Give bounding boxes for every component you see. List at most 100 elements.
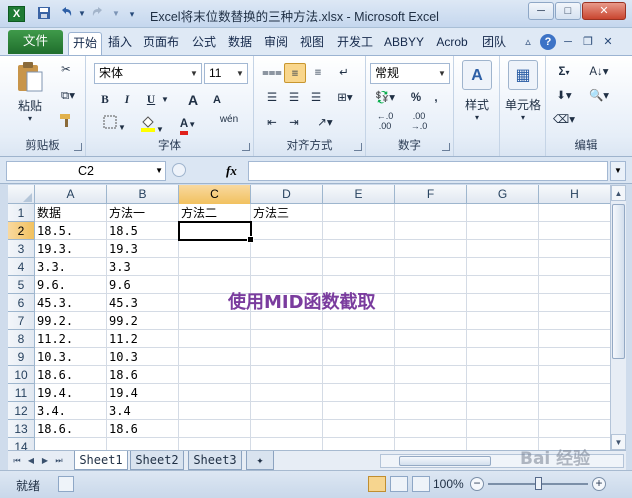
cell-e11[interactable] [323, 384, 395, 402]
cell-b12[interactable]: 3.4 [107, 402, 179, 420]
next-sheet-icon[interactable]: ▶ [38, 454, 52, 468]
scroll-up-icon[interactable]: ▲ [611, 185, 626, 201]
row-header-6[interactable]: 6 [8, 294, 35, 312]
cell-b14[interactable] [107, 438, 179, 450]
cell-e1[interactable] [323, 204, 395, 222]
minimize-ribbon-icon[interactable]: ▵ [520, 34, 536, 50]
row-header-1[interactable]: 1 [8, 204, 35, 222]
row-header-8[interactable]: 8 [8, 330, 35, 348]
cell-h9[interactable] [539, 348, 610, 366]
name-box[interactable]: C2 ▼ [6, 161, 166, 181]
cell-g12[interactable] [467, 402, 539, 420]
formula-bar-divider-icon[interactable] [172, 163, 186, 177]
cell-g4[interactable] [467, 258, 539, 276]
insert-function-icon[interactable]: fx [226, 163, 237, 179]
select-all-button[interactable] [8, 185, 35, 204]
underline-button[interactable]: U [142, 90, 160, 110]
phonetic-button[interactable]: wén [214, 114, 244, 134]
orientation-icon[interactable]: ↗▾ [312, 113, 338, 133]
find-select-icon[interactable]: 🔍▾ [586, 86, 612, 106]
decrease-indent-icon[interactable]: ⇤ [262, 113, 282, 133]
first-sheet-icon[interactable]: ⏮ [10, 454, 24, 468]
redo-dropdown-icon[interactable]: ▼ [108, 6, 124, 22]
cell-f7[interactable] [395, 312, 467, 330]
cell-e4[interactable] [323, 258, 395, 276]
cell-b7[interactable]: 99.2 [107, 312, 179, 330]
tab-view[interactable]: 视图 [296, 32, 328, 55]
cell-g7[interactable] [467, 312, 539, 330]
vertical-scroll-thumb[interactable] [612, 204, 625, 359]
shrink-font-button[interactable]: A [208, 90, 226, 110]
vertical-scrollbar[interactable]: ▲ ▼ [610, 185, 626, 450]
tab-data[interactable]: 数据 [224, 32, 256, 55]
cell-c12[interactable] [179, 402, 251, 420]
cell-h1[interactable] [539, 204, 610, 222]
cell-f10[interactable] [395, 366, 467, 384]
wrap-text-icon[interactable]: ↵ [334, 63, 354, 83]
column-header-e[interactable]: E [323, 185, 395, 204]
tab-acrobat[interactable]: Acrob [430, 32, 474, 55]
save-icon[interactable] [36, 6, 52, 22]
cell-g8[interactable] [467, 330, 539, 348]
cell-e3[interactable] [323, 240, 395, 258]
row-header-10[interactable]: 10 [8, 366, 35, 384]
cell-e9[interactable] [323, 348, 395, 366]
cell-f9[interactable] [395, 348, 467, 366]
cell-b5[interactable]: 9.6 [107, 276, 179, 294]
cell-e10[interactable] [323, 366, 395, 384]
align-left-icon[interactable]: ☰ [262, 88, 282, 108]
cell-a12[interactable]: 3.4. [35, 402, 107, 420]
row-header-3[interactable]: 3 [8, 240, 35, 258]
close-button[interactable]: ✕ [582, 2, 626, 20]
font-color-button[interactable]: A▼ [174, 114, 202, 135]
clipboard-launcher-icon[interactable] [74, 143, 82, 151]
sheet-tab-sheet1[interactable]: Sheet1 [74, 451, 128, 470]
number-launcher-icon[interactable] [442, 143, 450, 151]
cell-h13[interactable] [539, 420, 610, 438]
normal-view-icon[interactable] [368, 476, 386, 492]
cell-e8[interactable] [323, 330, 395, 348]
decrease-decimal-button[interactable]: .00 →.0 [404, 111, 434, 131]
font-launcher-icon[interactable] [242, 143, 250, 151]
increase-indent-icon[interactable]: ⇥ [284, 113, 304, 133]
row-header-2[interactable]: 2 [8, 222, 35, 240]
cell-f12[interactable] [395, 402, 467, 420]
cell-f14[interactable] [395, 438, 467, 450]
row-header-14[interactable]: 14 [8, 438, 35, 450]
excel-app-icon[interactable]: X [8, 6, 25, 22]
expand-formula-icon[interactable]: ▼ [610, 161, 626, 181]
cell-a2[interactable]: 18.5. [35, 222, 107, 240]
column-header-f[interactable]: F [395, 185, 467, 204]
cell-e13[interactable] [323, 420, 395, 438]
cell-e2[interactable] [323, 222, 395, 240]
customize-quick-access-icon[interactable]: ▾ [124, 6, 140, 22]
row-header-7[interactable]: 7 [8, 312, 35, 330]
cell-a10[interactable]: 18.6. [35, 366, 107, 384]
cell-h2[interactable] [539, 222, 610, 240]
underline-dropdown-icon[interactable]: ▼ [160, 90, 170, 110]
cell-a4[interactable]: 3.3. [35, 258, 107, 276]
cell-g10[interactable] [467, 366, 539, 384]
formula-input[interactable] [248, 161, 608, 181]
cell-h11[interactable] [539, 384, 610, 402]
cell-h5[interactable] [539, 276, 610, 294]
insert-sheet-icon[interactable]: ✦ [246, 451, 274, 470]
cell-d12[interactable] [251, 402, 323, 420]
zoom-level[interactable]: 100% [433, 477, 464, 491]
row-header-5[interactable]: 5 [8, 276, 35, 294]
currency-icon[interactable]: 💱▾ [372, 88, 398, 108]
tab-home[interactable]: 开始 [68, 32, 102, 55]
column-header-c[interactable]: C [179, 185, 251, 204]
cell-c13[interactable] [179, 420, 251, 438]
cell-b6[interactable]: 45.3 [107, 294, 179, 312]
cell-d2[interactable] [251, 222, 323, 240]
window-close-icon[interactable]: ✕ [600, 34, 616, 50]
cell-b2[interactable]: 18.5 [107, 222, 179, 240]
cell-c14[interactable] [179, 438, 251, 450]
zoom-out-icon[interactable]: − [470, 477, 484, 491]
styles-button[interactable]: A 样式 ▾ [458, 60, 496, 122]
cell-a13[interactable]: 18.6. [35, 420, 107, 438]
tab-page-layout[interactable]: 页面布 [138, 32, 184, 55]
cell-d14[interactable] [251, 438, 323, 450]
cell-h7[interactable] [539, 312, 610, 330]
